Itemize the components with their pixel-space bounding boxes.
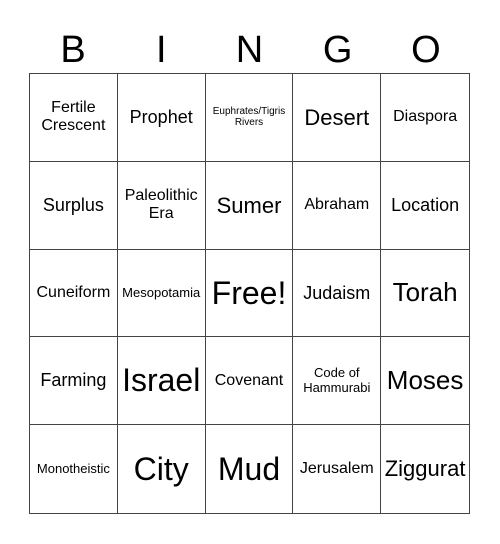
bingo-cell[interactable]: Prophet [117,74,206,162]
bingo-cell[interactable]: City [118,425,206,513]
bingo-cell[interactable]: Code of Hammurabi [293,337,382,426]
bingo-cell[interactable]: Torah [381,250,469,338]
free-space[interactable]: Free! [205,249,294,338]
header-letter-g: G [322,29,353,71]
bingo-cell[interactable]: Fertile Crescent [30,74,118,162]
bingo-cell[interactable]: Surplus [30,161,118,250]
bingo-cell[interactable]: Paleolithic Era [117,161,206,250]
bingo-cell[interactable]: Desert [293,74,382,162]
bingo-cell[interactable]: Jerusalem [293,425,382,513]
bingo-cell[interactable]: Cuneiform [30,249,118,338]
bingo-cell[interactable]: Ziggurat [381,425,469,513]
bingo-cell[interactable]: Sumer [205,161,294,250]
bingo-cell[interactable]: Mesopotamia [117,249,206,338]
bingo-grid: Fertile Crescent Prophet Euphrates/Tigri… [29,73,470,514]
bingo-cell[interactable]: Moses [381,337,469,426]
bingo-cell[interactable]: Covenant [205,337,294,426]
bingo-cell[interactable]: Euphrates/Tigris Rivers [205,74,294,162]
bingo-cell[interactable]: Abraham [293,161,382,250]
bingo-cell[interactable]: Diaspora [381,74,469,162]
bingo-cell[interactable]: Mud [206,425,294,513]
bingo-cell[interactable]: Israel [117,337,206,426]
header-letter-o: O [411,29,441,71]
header-letter-b: B [60,29,86,71]
bingo-cell[interactable]: Judaism [293,249,382,338]
bingo-cell[interactable]: Farming [30,337,118,426]
bingo-cell[interactable]: Monotheistic [30,425,118,513]
bingo-cell[interactable]: Location [381,162,469,250]
header-letter-i: I [156,29,167,71]
bingo-header: B I N G O [29,28,470,72]
header-letter-n: N [235,29,264,71]
